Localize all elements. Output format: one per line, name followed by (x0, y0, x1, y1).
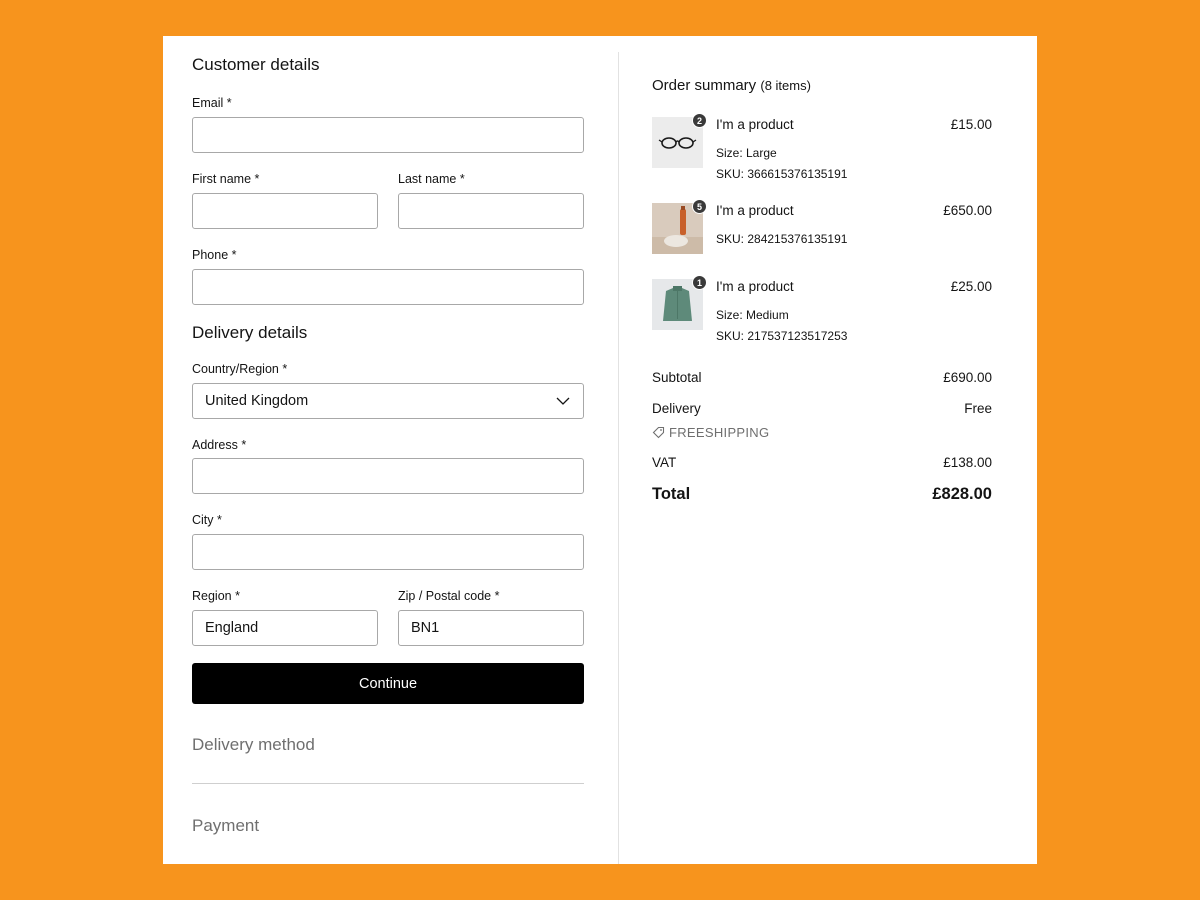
item-sku: SKU: 366615376135191 (716, 167, 848, 181)
column-divider (618, 52, 619, 864)
city-field[interactable] (192, 534, 584, 570)
total-value: £828.00 (932, 485, 992, 503)
country-label: Country/Region * (192, 362, 288, 376)
country-value: United Kingdom (205, 393, 309, 409)
delivery-row: Delivery Free (652, 401, 992, 416)
city-label: City * (192, 513, 222, 527)
item-name: I'm a product (716, 279, 794, 294)
quantity-badge: 2 (692, 113, 707, 128)
email-label: Email * (192, 96, 232, 110)
subtotal-value: £690.00 (943, 370, 992, 385)
item-size: Size: Medium (716, 308, 789, 322)
item-count: (8 items) (760, 78, 811, 93)
phone-field[interactable] (192, 269, 584, 305)
quantity-badge: 5 (692, 199, 707, 214)
item-name: I'm a product (716, 117, 794, 132)
item-price: £25.00 (950, 279, 992, 294)
checkout-card: Customer details Email * First name * La… (163, 36, 1037, 864)
chevron-down-icon (556, 397, 570, 405)
last-name-field[interactable] (398, 193, 584, 229)
tag-icon (652, 426, 665, 439)
coupon-tag: FREESHIPPING (652, 425, 769, 440)
address-field[interactable] (192, 458, 584, 494)
delivery-method-step[interactable]: Delivery method (192, 735, 315, 755)
region-field[interactable]: England (192, 610, 378, 646)
quantity-badge: 1 (692, 275, 707, 290)
coupon-code: FREESHIPPING (669, 425, 770, 440)
item-sku: SKU: 217537123517253 (716, 329, 848, 343)
last-name-label: Last name * (398, 172, 465, 186)
zip-field[interactable]: BN1 (398, 610, 584, 646)
email-field[interactable] (192, 117, 584, 153)
address-label: Address * (192, 438, 247, 452)
region-label: Region * (192, 589, 240, 603)
delivery-value: Free (964, 401, 992, 416)
zip-label: Zip / Postal code * (398, 589, 500, 603)
vat-label: VAT (652, 455, 677, 470)
country-select[interactable]: United Kingdom (192, 383, 584, 419)
order-summary-heading: Order summary (652, 77, 757, 94)
phone-label: Phone * (192, 248, 237, 262)
continue-button[interactable]: Continue (192, 663, 584, 704)
product-thumbnail: 1 (652, 275, 707, 330)
first-name-field[interactable] (192, 193, 378, 229)
product-thumbnail: 5 (652, 199, 707, 254)
vat-row: VAT £138.00 (652, 455, 992, 470)
total-label: Total (652, 485, 691, 503)
subtotal-row: Subtotal £690.00 (652, 370, 992, 385)
region-value: England (205, 620, 259, 636)
delivery-label: Delivery (652, 401, 701, 416)
item-price: £15.00 (950, 117, 992, 132)
item-size: Size: Large (716, 146, 777, 160)
order-summary-title: Order summary (8 items) (652, 77, 811, 94)
item-sku: SKU: 284215376135191 (716, 232, 848, 246)
delivery-details-title: Delivery details (192, 323, 308, 342)
item-name: I'm a product (716, 203, 794, 218)
customer-details-title: Customer details (192, 55, 320, 74)
product-thumbnail: 2 (652, 113, 707, 168)
zip-value: BN1 (411, 620, 440, 636)
total-row: Total £828.00 (652, 485, 992, 504)
item-price: £650.00 (943, 203, 992, 218)
payment-step[interactable]: Payment (192, 816, 259, 836)
first-name-label: First name * (192, 172, 260, 186)
vat-value: £138.00 (943, 455, 992, 470)
subtotal-label: Subtotal (652, 370, 702, 385)
step-divider (192, 783, 584, 784)
